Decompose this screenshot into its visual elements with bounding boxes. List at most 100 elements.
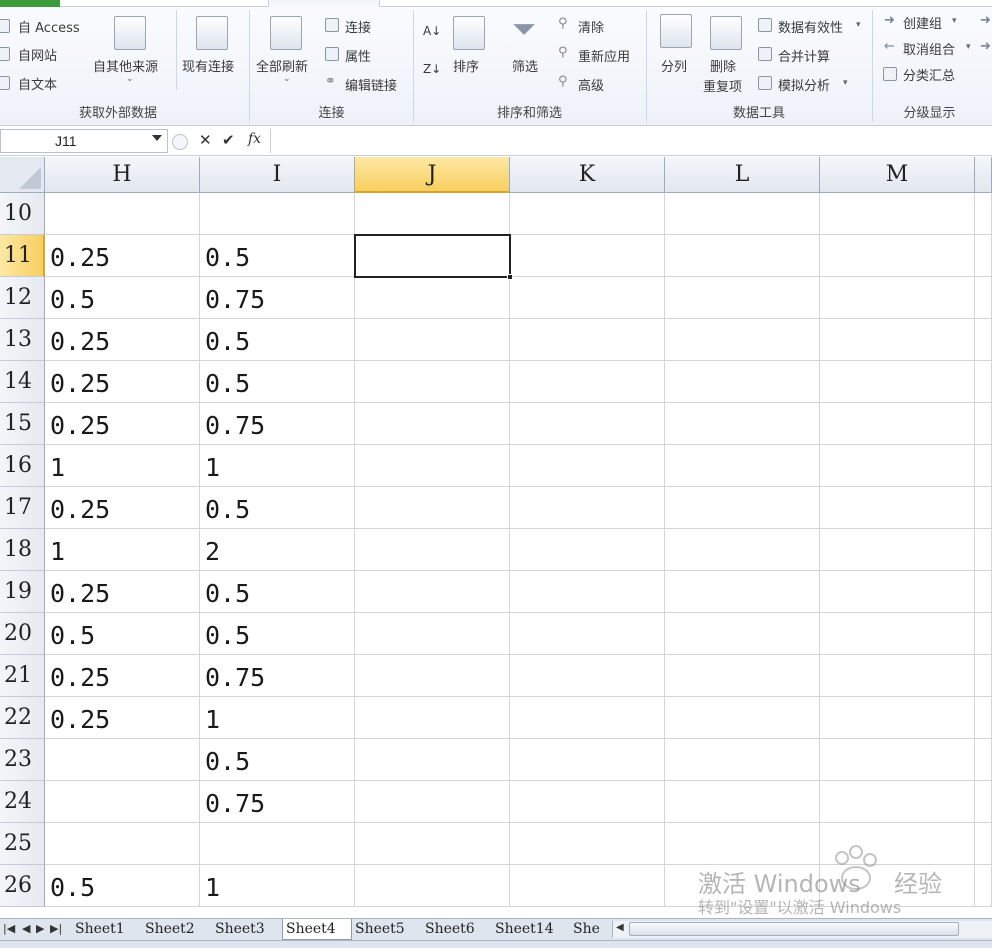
cell-m10[interactable] xyxy=(820,193,975,235)
scrollbar-thumb[interactable] xyxy=(629,922,959,936)
cell-i15[interactable]: 0.75 xyxy=(200,403,355,445)
cell-m14[interactable] xyxy=(820,361,975,403)
cell-m26[interactable] xyxy=(820,865,975,907)
cell-j25[interactable] xyxy=(355,823,510,865)
subtotal-button[interactable]: 分类汇总 xyxy=(903,65,955,84)
row-header-17[interactable]: 17 xyxy=(0,487,45,529)
cell-h19[interactable]: 0.25 xyxy=(45,571,200,613)
cell-h22[interactable]: 0.25 xyxy=(45,697,200,739)
cell-k15[interactable] xyxy=(510,403,665,445)
scroll-left-icon[interactable]: ◀ xyxy=(616,922,624,933)
consolidate-button[interactable]: 合并计算 xyxy=(778,46,830,65)
cell-m15[interactable] xyxy=(820,403,975,445)
sheet-tab-she[interactable]: She xyxy=(570,919,606,940)
row-header-13[interactable]: 13 xyxy=(0,319,45,361)
last-sheet-icon[interactable]: ▶| xyxy=(50,922,62,935)
sheet-tab-sheet4[interactable]: Sheet4 xyxy=(282,919,352,940)
cell-l11[interactable] xyxy=(665,235,820,277)
advanced-button[interactable]: 高级 xyxy=(578,75,604,94)
sheet-tab-sheet3[interactable]: Sheet3 xyxy=(212,919,282,940)
cell-k24[interactable] xyxy=(510,781,665,823)
cell-h15[interactable]: 0.25 xyxy=(45,403,200,445)
cell-j15[interactable] xyxy=(355,403,510,445)
cell-l25[interactable] xyxy=(665,823,820,865)
cell-l14[interactable] xyxy=(665,361,820,403)
cancel-icon[interactable]: ✕ xyxy=(199,131,212,149)
cell-m19[interactable] xyxy=(820,571,975,613)
cell-m17[interactable] xyxy=(820,487,975,529)
cell-i16[interactable]: 1 xyxy=(200,445,355,487)
name-box-dropdown-icon[interactable] xyxy=(152,135,162,141)
cell-k22[interactable] xyxy=(510,697,665,739)
column-header-k[interactable]: K xyxy=(510,157,665,193)
cell-h23[interactable] xyxy=(45,739,200,781)
cell-i14[interactable]: 0.5 xyxy=(200,361,355,403)
refresh-all-button[interactable]: 全部刷新 xyxy=(256,56,308,75)
cell-m11[interactable] xyxy=(820,235,975,277)
cell-h20[interactable]: 0.5 xyxy=(45,613,200,655)
name-box[interactable]: J11 xyxy=(0,129,168,153)
cell-j11[interactable] xyxy=(355,235,510,277)
sheet-tab-sheet5[interactable]: Sheet5 xyxy=(352,919,422,940)
cell-l15[interactable] xyxy=(665,403,820,445)
reapply-button[interactable]: 重新应用 xyxy=(578,46,630,65)
from-web-button[interactable]: 自网站 xyxy=(18,45,57,64)
cell-m21[interactable] xyxy=(820,655,975,697)
select-all-button[interactable] xyxy=(0,157,45,193)
cell-j26[interactable] xyxy=(355,865,510,907)
row-header-10[interactable]: 10 xyxy=(0,193,45,235)
cell-l16[interactable] xyxy=(665,445,820,487)
cell-k19[interactable] xyxy=(510,571,665,613)
cell-l19[interactable] xyxy=(665,571,820,613)
cell-h16[interactable]: 1 xyxy=(45,445,200,487)
sheet-tab-sheet1[interactable]: Sheet1 xyxy=(72,919,142,940)
cell-i19[interactable]: 0.5 xyxy=(200,571,355,613)
cell-h13[interactable]: 0.25 xyxy=(45,319,200,361)
cell-i11[interactable]: 0.5 xyxy=(200,235,355,277)
cell-i23[interactable]: 0.5 xyxy=(200,739,355,781)
cell-m22[interactable] xyxy=(820,697,975,739)
cell-h12[interactable]: 0.5 xyxy=(45,277,200,319)
cell-l10[interactable] xyxy=(665,193,820,235)
show-detail-icon[interactable]: ➜ xyxy=(980,13,991,28)
row-header-18[interactable]: 18 xyxy=(0,529,45,571)
row-header-14[interactable]: 14 xyxy=(0,361,45,403)
first-sheet-icon[interactable]: |◀ xyxy=(3,922,15,935)
cell-h10[interactable] xyxy=(45,193,200,235)
column-header-i[interactable]: I xyxy=(200,157,355,193)
cell-m12[interactable] xyxy=(820,277,975,319)
cell-h14[interactable]: 0.25 xyxy=(45,361,200,403)
row-header-16[interactable]: 16 xyxy=(0,445,45,487)
cell-l21[interactable] xyxy=(665,655,820,697)
cell-l24[interactable] xyxy=(665,781,820,823)
ungroup-button[interactable]: 取消组合 xyxy=(903,39,955,58)
row-header-24[interactable]: 24 xyxy=(0,781,45,823)
cell-h17[interactable]: 0.25 xyxy=(45,487,200,529)
cell-m16[interactable] xyxy=(820,445,975,487)
row-header-15[interactable]: 15 xyxy=(0,403,45,445)
cell-i18[interactable]: 2 xyxy=(200,529,355,571)
cell-h18[interactable]: 1 xyxy=(45,529,200,571)
cell-j17[interactable] xyxy=(355,487,510,529)
cell-j24[interactable] xyxy=(355,781,510,823)
text-to-columns-button[interactable]: 分列 xyxy=(661,56,687,75)
cell-l26[interactable] xyxy=(665,865,820,907)
hide-detail-icon[interactable]: ➜ xyxy=(980,39,991,54)
edit-links-button[interactable]: 编辑链接 xyxy=(345,75,397,94)
row-header-19[interactable]: 19 xyxy=(0,571,45,613)
cell-m18[interactable] xyxy=(820,529,975,571)
row-header-11[interactable]: 11 xyxy=(0,235,45,277)
sheet-tab-sheet14[interactable]: Sheet14 xyxy=(492,919,570,940)
row-header-12[interactable]: 12 xyxy=(0,277,45,319)
cell-k21[interactable] xyxy=(510,655,665,697)
cell-k17[interactable] xyxy=(510,487,665,529)
enter-icon[interactable]: ✔ xyxy=(222,131,235,149)
remove-duplicates-button[interactable]: 删除 xyxy=(710,56,736,75)
cell-j21[interactable] xyxy=(355,655,510,697)
connections-button[interactable]: 连接 xyxy=(345,17,371,36)
what-if-button[interactable]: 模拟分析 xyxy=(778,75,830,94)
row-header-20[interactable]: 20 xyxy=(0,613,45,655)
cell-i20[interactable]: 0.5 xyxy=(200,613,355,655)
column-header-j[interactable]: J xyxy=(355,157,510,193)
cell-j14[interactable] xyxy=(355,361,510,403)
